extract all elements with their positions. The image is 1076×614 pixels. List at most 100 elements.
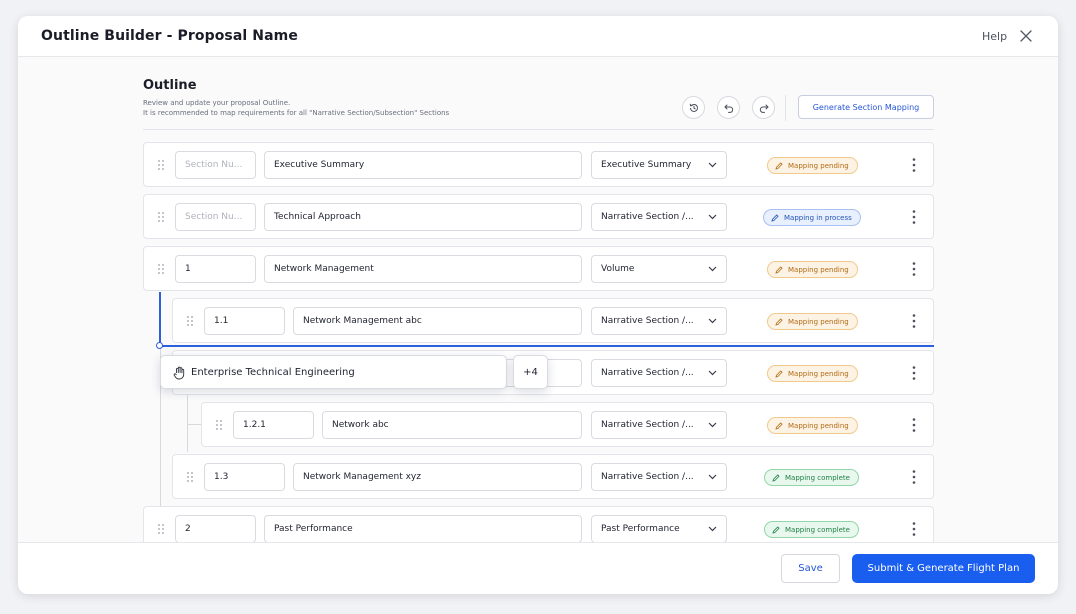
drag-handle-icon[interactable] bbox=[158, 212, 164, 222]
drag-handle-icon[interactable] bbox=[187, 472, 193, 482]
drag-handle-icon[interactable] bbox=[158, 524, 164, 534]
section-number-field[interactable]: Section Nu... bbox=[175, 203, 256, 231]
outline-description-line-1: Review and update your proposal Outline. bbox=[143, 99, 291, 107]
outline-row: Section Nu... Technical Approach Narrati… bbox=[143, 194, 934, 239]
chevron-down-icon bbox=[708, 318, 717, 324]
chevron-down-icon bbox=[708, 474, 717, 480]
history-button[interactable] bbox=[682, 96, 705, 119]
more-vertical-icon[interactable] bbox=[910, 261, 918, 277]
status-label: Mapping pending bbox=[788, 265, 849, 274]
submit-generate-flight-plan-button[interactable]: Submit & Generate Flight Plan bbox=[852, 554, 1035, 583]
pencil-icon bbox=[775, 317, 783, 326]
redo-button[interactable] bbox=[752, 96, 775, 119]
undo-button[interactable] bbox=[717, 96, 740, 119]
dragged-section-ghost[interactable]: Enterprise Technical Engineering bbox=[160, 355, 507, 389]
section-name-field[interactable]: Network Management abc bbox=[293, 307, 582, 335]
pencil-icon bbox=[775, 161, 783, 170]
more-vertical-icon[interactable] bbox=[910, 209, 918, 225]
more-vertical-icon[interactable] bbox=[910, 469, 918, 485]
status-label: Mapping pending bbox=[788, 369, 849, 378]
section-number-field[interactable]: 1.3 bbox=[204, 463, 285, 491]
status-label: Mapping complete bbox=[785, 473, 850, 482]
outline-row: 1.1 Network Management abc Narrative Sec… bbox=[172, 298, 934, 343]
section-type-value: Volume bbox=[601, 264, 635, 274]
chevron-down-icon bbox=[708, 422, 717, 428]
generate-section-mapping-button[interactable]: Generate Section Mapping bbox=[798, 95, 934, 119]
more-vertical-icon[interactable] bbox=[910, 157, 918, 173]
status-badge: Mapping complete bbox=[764, 521, 859, 538]
section-name-field[interactable]: Network Management bbox=[264, 255, 582, 283]
more-vertical-icon[interactable] bbox=[910, 313, 918, 329]
section-type-value: Narrative Section /... bbox=[601, 212, 694, 222]
redo-icon bbox=[759, 104, 769, 113]
tree-connector bbox=[187, 424, 201, 425]
outline-row: 1.3 Network Management xyz Narrative Sec… bbox=[172, 454, 934, 499]
section-number-field[interactable]: 1.2.1 bbox=[233, 411, 314, 439]
grab-hand-icon bbox=[173, 366, 185, 380]
modal-header: Outline Builder - Proposal Name Help bbox=[18, 16, 1058, 57]
section-number-field[interactable]: 2 bbox=[175, 515, 256, 543]
pencil-icon bbox=[771, 213, 779, 222]
drag-handle-icon[interactable] bbox=[158, 264, 164, 274]
more-vertical-icon[interactable] bbox=[910, 521, 918, 537]
chevron-down-icon bbox=[708, 266, 717, 272]
section-type-select[interactable]: Past Performance bbox=[591, 515, 727, 543]
status-badge: Mapping pending bbox=[767, 417, 858, 434]
drag-handle-icon[interactable] bbox=[187, 316, 193, 326]
section-type-value: Past Performance bbox=[601, 524, 680, 534]
section-name-field[interactable]: Network abc bbox=[322, 411, 582, 439]
chevron-down-icon bbox=[708, 526, 717, 532]
section-type-select[interactable]: Narrative Section /... bbox=[591, 307, 727, 335]
status-label: Mapping pending bbox=[788, 421, 849, 430]
tree-connector bbox=[187, 389, 188, 452]
section-name-field[interactable]: Executive Summary bbox=[264, 151, 582, 179]
section-name-field[interactable]: Network Management xyz bbox=[293, 463, 582, 491]
section-number-field[interactable]: 1 bbox=[175, 255, 256, 283]
section-type-select[interactable]: Narrative Section /... bbox=[591, 359, 727, 387]
save-button[interactable]: Save bbox=[781, 554, 840, 583]
drag-handle-icon[interactable] bbox=[158, 160, 164, 170]
pencil-icon bbox=[775, 265, 783, 274]
outline-row: Section Nu... Executive Summary Executiv… bbox=[143, 142, 934, 187]
section-type-value: Narrative Section /... bbox=[601, 316, 694, 326]
section-type-value: Executive Summary bbox=[601, 160, 692, 170]
section-name-field[interactable]: Past Performance bbox=[264, 515, 582, 543]
pencil-icon bbox=[772, 473, 780, 482]
more-vertical-icon[interactable] bbox=[910, 365, 918, 381]
drop-indicator-vertical bbox=[159, 292, 161, 346]
pencil-icon bbox=[775, 421, 783, 430]
outline-row: 1 Network Management Volume Mapping pend… bbox=[143, 246, 934, 291]
section-name-field[interactable]: Technical Approach bbox=[264, 203, 582, 231]
section-number-field[interactable]: 1.1 bbox=[204, 307, 285, 335]
chevron-down-icon bbox=[708, 214, 717, 220]
more-vertical-icon[interactable] bbox=[910, 417, 918, 433]
close-icon bbox=[1020, 30, 1032, 42]
close-button[interactable] bbox=[1017, 27, 1035, 45]
status-badge: Mapping pending bbox=[767, 157, 858, 174]
status-badge: Mapping pending bbox=[767, 261, 858, 278]
status-label: Mapping pending bbox=[788, 161, 849, 170]
status-badge: Mapping pending bbox=[767, 365, 858, 382]
status-label: Mapping pending bbox=[788, 317, 849, 326]
status-label: Mapping in process bbox=[784, 213, 852, 222]
pencil-icon bbox=[772, 525, 780, 534]
section-type-select[interactable]: Narrative Section /... bbox=[591, 411, 727, 439]
pencil-icon bbox=[775, 369, 783, 378]
section-type-select[interactable]: Narrative Section /... bbox=[591, 203, 727, 231]
outline-description-line-2: It is recommended to map requirements fo… bbox=[143, 109, 450, 117]
section-number-field[interactable]: Section Nu... bbox=[175, 151, 256, 179]
toolbar-divider bbox=[785, 95, 786, 121]
chevron-down-icon bbox=[708, 162, 717, 168]
help-link[interactable]: Help bbox=[982, 30, 1007, 43]
section-type-value: Narrative Section /... bbox=[601, 368, 694, 378]
drag-handle-icon[interactable] bbox=[216, 420, 222, 430]
chevron-down-icon bbox=[708, 370, 717, 376]
status-badge: Mapping complete bbox=[764, 469, 859, 486]
section-type-select[interactable]: Narrative Section /... bbox=[591, 463, 727, 491]
section-type-select[interactable]: Volume bbox=[591, 255, 727, 283]
outline-description: Review and update your proposal Outline.… bbox=[143, 98, 449, 118]
status-badge: Mapping pending bbox=[767, 313, 858, 330]
section-type-select[interactable]: Executive Summary bbox=[591, 151, 727, 179]
modal-title: Outline Builder - Proposal Name bbox=[41, 28, 298, 44]
section-type-value: Narrative Section /... bbox=[601, 420, 694, 430]
